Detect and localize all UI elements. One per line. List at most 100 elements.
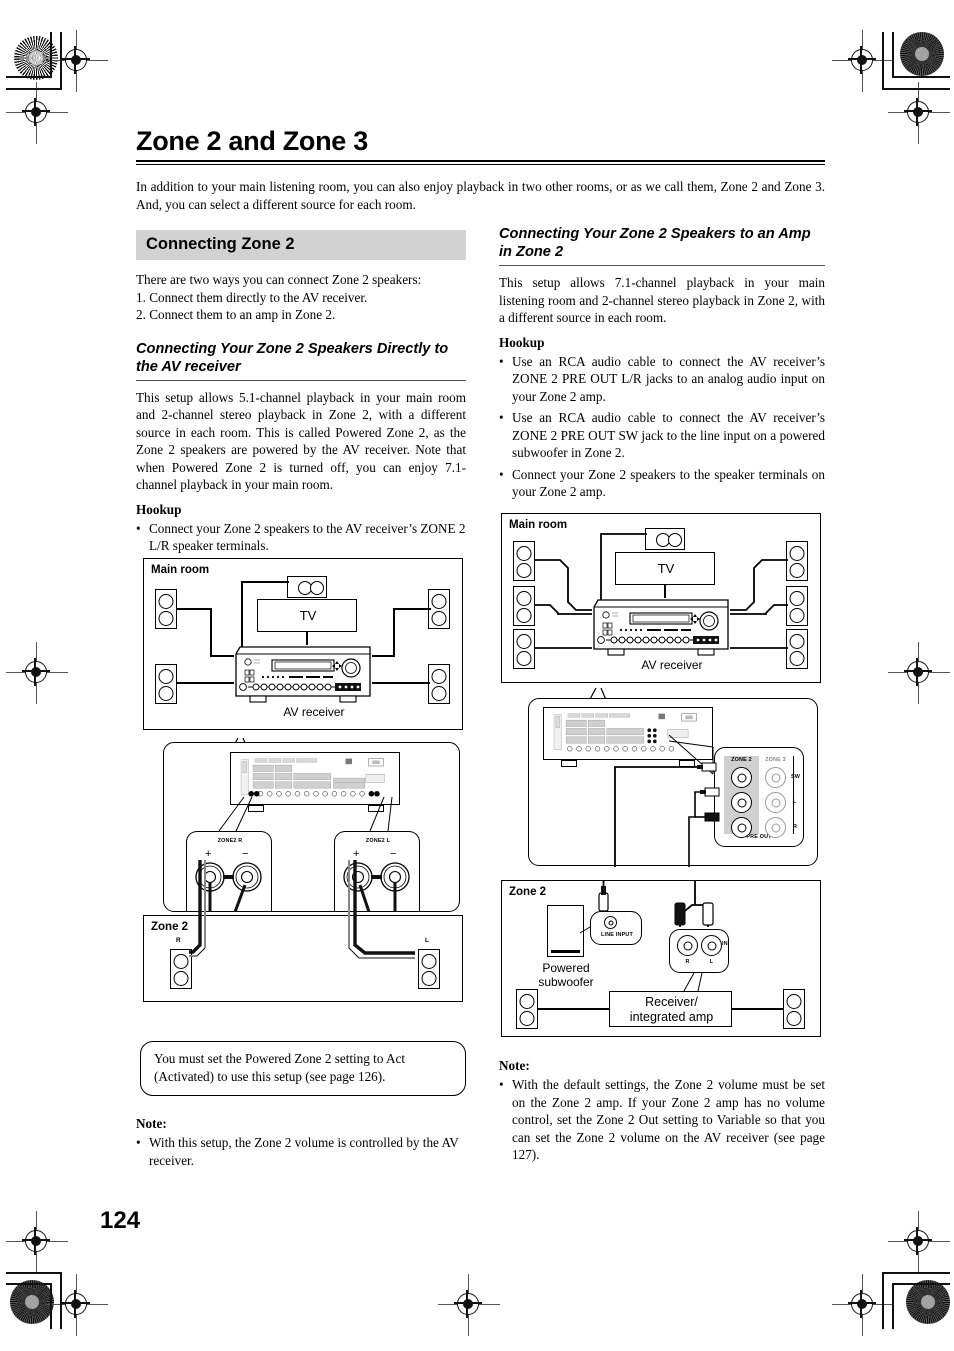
receiver-integrated-amp-box: Receiver/ integrated amp [609,991,732,1027]
crop-line [60,32,62,88]
zone2-speaker-left [516,989,538,1029]
crop-line [60,1272,62,1329]
speaker-wire-left [538,1008,609,1010]
title-rule [136,160,825,165]
crop-line [892,1283,894,1329]
plus-symbol: + [353,848,360,860]
crop-line [6,1283,52,1285]
registration-mark-left-middle [6,642,68,704]
registration-rosette-bottom-left [10,1280,54,1324]
list-item: Use an RCA audio cable to connect the AV… [499,409,825,462]
crop-line [892,76,950,78]
list-item: Connect your Zone 2 speakers to the spea… [499,466,825,501]
list-item: With the default settings, the Zone 2 vo… [499,1076,825,1164]
crop-line [6,1272,62,1274]
crop-line [6,88,62,90]
registration-mark-right-middle [888,642,950,704]
wire [177,608,212,610]
minus-symbol: − [242,848,249,860]
speaker-cable-runs [189,860,415,959]
section-heading-connecting-zone-2: Connecting Zone 2 [136,230,466,260]
amp-label-line1: Receiver/ [645,995,698,1009]
left-subheading-rule [136,379,466,381]
tv-label: TV [299,608,317,623]
list-item: With this setup, the Zone 2 volume is co… [136,1134,466,1169]
right-column: Connecting Your Zone 2 Speakers to an Am… [499,225,825,505]
av-receiver-graphic [235,646,371,703]
right-note-list: With the default settings, the Zone 2 vo… [499,1076,825,1164]
wire [241,581,289,583]
speaker-front-right [428,589,450,629]
registration-mark-bottom-center [438,1274,500,1336]
registration-mark-top-left [46,30,108,92]
left-callout-text: You must set the Powered Zone 2 setting … [154,1051,406,1084]
crop-line [6,76,52,78]
crop-line [50,1283,52,1329]
left-note-block: Note: With this setup, the Zone 2 volume… [136,1116,466,1173]
wire [372,682,430,684]
left-hookup-label: Hookup [136,501,182,517]
minus-symbol: − [390,848,397,860]
crop-line [892,1283,950,1285]
left-note-label: Note: [136,1116,167,1131]
av-receiver-front [590,597,732,657]
right-hookup-list: Use an RCA audio cable to connect the AV… [499,353,825,501]
right-note-block: Note: With the default settings, the Zon… [499,1058,825,1168]
list-item: Use an RCA audio cable to connect the AV… [499,353,825,406]
page-title: Zone 2 and Zone 3 [136,126,368,156]
right-subheading-rule [499,265,825,266]
left-subheading: Connecting Your Zone 2 Speakers Directly… [136,340,449,375]
intro-paragraph: In addition to your main listening room,… [136,179,825,212]
registration-mark-bottom-right [832,1274,894,1336]
right-body-paragraph: This setup allows 7.1-channel playback i… [499,275,825,325]
zone2-speaker-right [783,989,805,1029]
rca-cables [614,762,720,867]
av-receiver-label: AV receiver [283,705,345,719]
registration-mark-left-upper [6,82,68,144]
left-callout-box: You must set the Powered Zone 2 setting … [140,1041,466,1096]
crop-line [882,1272,950,1274]
speaker-wire-right [732,1008,783,1010]
center-speaker [287,576,327,598]
speaker-surround-left [155,664,177,704]
zone2-r-label: ZONE2 R [217,838,243,844]
left-column: Connecting Zone 2 There are two ways you… [136,230,466,559]
crop-line [892,32,894,77]
left-note-list: With this setup, the Zone 2 volume is co… [136,1134,466,1169]
registration-mark-right-lower [888,1211,950,1273]
right-subheading: Connecting Your Zone 2 Speakers to an Am… [499,226,811,260]
wire [372,655,395,657]
av-receiver-graphic [593,599,729,656]
crop-line [50,32,52,77]
amp-label-line2: integrated amp [629,1010,714,1024]
page-number: 124 [100,1207,141,1234]
registration-mark-bottom-left [46,1274,108,1336]
left-list-item-1: 1. Connect them directly to the AV recei… [136,289,368,305]
registration-mark-top-right [832,30,894,92]
tv-box: TV [257,599,357,632]
left-list-item-2: 2. Connect them to an amp in Zone 2. [136,307,336,322]
speaker-front-left [155,589,177,629]
left-intro-line: There are two ways you can connect Zone … [136,272,422,287]
av-receiver-front [232,644,374,704]
crop-line [882,32,884,88]
crop-line [882,88,950,90]
left-hookup-list: Connect your Zone 2 speakers to the AV r… [136,520,466,555]
registration-mark-right-upper [888,82,950,144]
right-note-label: Note: [499,1058,530,1073]
speaker-surround-right [428,664,450,704]
right-hookup-label: Hookup [499,334,545,350]
wire [177,682,234,684]
main-room-label: Main room [151,564,210,576]
registration-rosette-top-right [900,32,944,76]
registration-mark-left-lower [6,1211,68,1273]
figure-right-main-room: Main room TV AV receiver [501,513,821,683]
registration-rosette-bottom-right [906,1280,950,1324]
wire [210,608,212,656]
list-item: Connect your Zone 2 speakers to the AV r… [136,520,466,555]
figure-left-main-room: Main room TV AV receiver [143,558,463,730]
left-body-paragraph: This setup allows 5.1-channel playback i… [136,389,466,493]
figure-right-zone2-room: Zone 2 Powered subwoofer LINE INPUT R L … [501,880,821,1037]
wire [393,608,395,656]
zone2-l-label: ZONE2 L [365,838,391,844]
